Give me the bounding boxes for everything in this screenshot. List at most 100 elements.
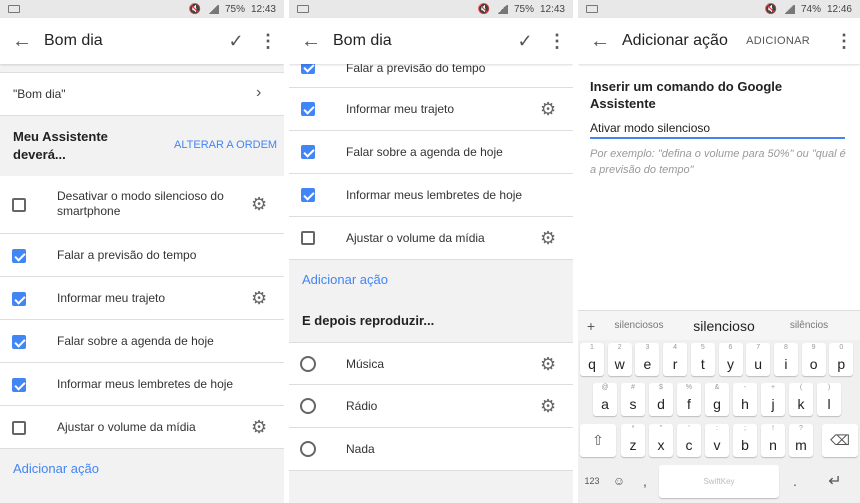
command-input[interactable]: Ativar modo silencioso bbox=[590, 119, 845, 139]
key-y[interactable]: 6y bbox=[718, 343, 743, 376]
backspace-key[interactable]: ⌫ bbox=[822, 424, 858, 457]
action-checkbox[interactable] bbox=[12, 420, 26, 435]
gear-icon[interactable]: ⚙ bbox=[540, 99, 556, 120]
key-v[interactable]: :v bbox=[705, 424, 729, 457]
action-row[interactable]: Informar meu trajeto ⚙ bbox=[289, 88, 573, 131]
key-alt-char: ; bbox=[744, 425, 746, 432]
key-m[interactable]: ? m bbox=[789, 424, 813, 457]
command-card: Inserir um comando do Google Assistente … bbox=[578, 64, 860, 310]
more-options-icon[interactable]: ⋮ bbox=[252, 31, 284, 52]
key-h[interactable]: -h bbox=[733, 383, 757, 416]
reorder-button[interactable]: ALTERAR A ORDEM bbox=[174, 139, 277, 151]
action-checkbox[interactable] bbox=[301, 188, 315, 202]
action-checkbox[interactable] bbox=[12, 334, 26, 349]
add-action-link[interactable]: Adicionar ação bbox=[13, 461, 99, 476]
key-char: z bbox=[629, 437, 637, 453]
back-arrow-icon[interactable]: ← bbox=[0, 30, 44, 53]
key-n[interactable]: ! n bbox=[761, 424, 785, 457]
mute-icon: 🔇 bbox=[477, 3, 490, 15]
media-row[interactable]: Nada bbox=[289, 428, 573, 471]
action-row[interactable]: Falar sobre a agenda de hoje bbox=[289, 131, 573, 174]
key-k[interactable]: (k bbox=[789, 383, 813, 416]
then-play-heading: E depois reproduzir... bbox=[302, 313, 435, 328]
media-radio[interactable] bbox=[300, 398, 316, 414]
shift-key[interactable]: ⇧ bbox=[580, 424, 616, 457]
gear-icon[interactable]: ⚙ bbox=[251, 194, 267, 215]
key-a[interactable]: @ a bbox=[593, 383, 617, 416]
numbers-key[interactable]: 123 bbox=[580, 465, 604, 498]
key-char: f bbox=[687, 396, 691, 412]
key-p[interactable]: 0p bbox=[829, 343, 854, 376]
back-arrow-icon[interactable]: ← bbox=[289, 30, 333, 53]
more-options-icon[interactable]: ⋮ bbox=[828, 31, 860, 52]
key-d[interactable]: $ d bbox=[649, 383, 673, 416]
action-row[interactable]: Ajustar o volume da mídia ⚙ bbox=[0, 406, 284, 449]
media-label: Música bbox=[346, 357, 385, 371]
emoji-key[interactable]: ☺ bbox=[607, 465, 631, 498]
add-button[interactable]: ADICIONAR bbox=[746, 35, 810, 47]
action-row[interactable]: Informar meus lembretes de hoje bbox=[0, 363, 284, 406]
action-checkbox[interactable] bbox=[301, 145, 315, 159]
period-key[interactable]: . bbox=[783, 465, 807, 498]
key-char: e bbox=[643, 356, 652, 372]
action-checkbox[interactable] bbox=[12, 198, 26, 212]
key-q[interactable]: 1q bbox=[580, 343, 604, 376]
key-f[interactable]: % f bbox=[677, 383, 701, 416]
suggestion-2[interactable]: silencioso bbox=[674, 318, 774, 334]
gear-icon[interactable]: ⚙ bbox=[540, 228, 556, 249]
key-t[interactable]: 5t bbox=[690, 343, 715, 376]
media-row[interactable]: Rádio ⚙ bbox=[289, 385, 573, 428]
swiftkey-logo: SwiftKey bbox=[703, 477, 735, 486]
action-row[interactable]: Falar sobre a agenda de hoje bbox=[0, 320, 284, 363]
action-checkbox[interactable] bbox=[301, 231, 315, 245]
gear-icon[interactable]: ⚙ bbox=[251, 288, 267, 309]
key-w[interactable]: 2w bbox=[607, 343, 632, 376]
action-checkbox[interactable] bbox=[12, 291, 26, 306]
key-u[interactable]: 7u bbox=[746, 343, 771, 376]
status-bar: 🔇 74% 12:46 bbox=[578, 0, 860, 18]
check-icon[interactable]: ✓ bbox=[509, 31, 541, 52]
plus-icon[interactable]: + bbox=[578, 318, 604, 334]
back-arrow-icon[interactable]: ← bbox=[578, 30, 622, 53]
key-b[interactable]: ; b bbox=[733, 424, 757, 457]
action-row[interactable]: Desativar o modo silencioso do smartphon… bbox=[0, 176, 284, 234]
add-action-link[interactable]: Adicionar ação bbox=[302, 272, 388, 287]
action-row[interactable]: Ajustar o volume da mídia ⚙ bbox=[289, 217, 573, 260]
media-radio[interactable] bbox=[300, 356, 316, 372]
key-alt-char: - bbox=[743, 384, 747, 391]
action-checkbox[interactable] bbox=[12, 377, 26, 392]
check-icon[interactable]: ✓ bbox=[220, 31, 252, 52]
gear-icon[interactable]: ⚙ bbox=[251, 417, 267, 438]
key-l[interactable]: ) l bbox=[817, 383, 841, 416]
key-s[interactable]: # s bbox=[621, 383, 645, 416]
action-row[interactable]: Informar meus lembretes de hoje bbox=[289, 174, 573, 217]
key-char: l bbox=[827, 396, 831, 412]
key-c[interactable]: ' c bbox=[677, 424, 701, 457]
gear-icon[interactable]: ⚙ bbox=[540, 354, 556, 375]
battery-level: 75% bbox=[513, 3, 534, 15]
more-options-icon[interactable]: ⋮ bbox=[541, 31, 573, 52]
key-z[interactable]: * z bbox=[621, 424, 645, 457]
action-row[interactable]: Falar a previsão do tempo bbox=[0, 234, 284, 277]
action-label: Falar a previsão do tempo bbox=[57, 248, 197, 262]
media-row[interactable]: Música ⚙ bbox=[289, 342, 573, 385]
enter-key[interactable]: ↵ bbox=[812, 465, 858, 498]
gear-icon[interactable]: ⚙ bbox=[540, 396, 556, 417]
suggestion-1[interactable]: silenciosos bbox=[604, 320, 674, 331]
comma-key[interactable]: , bbox=[633, 465, 657, 498]
action-label: Informar meu trajeto bbox=[57, 291, 166, 305]
key-g[interactable]: & g bbox=[705, 383, 729, 416]
key-j[interactable]: + j bbox=[761, 383, 785, 416]
key-i[interactable]: 8i bbox=[773, 343, 798, 376]
key-e[interactable]: 3e bbox=[635, 343, 660, 376]
phrase-row[interactable]: "Bom dia" › bbox=[0, 72, 284, 116]
action-row[interactable]: Informar meu trajeto ⚙ bbox=[0, 277, 284, 320]
media-radio[interactable] bbox=[300, 441, 316, 457]
key-o[interactable]: 9o bbox=[801, 343, 826, 376]
action-checkbox[interactable] bbox=[12, 248, 26, 263]
suggestion-3[interactable]: silêncios bbox=[774, 320, 844, 331]
key-x[interactable]: " x bbox=[649, 424, 673, 457]
key-r[interactable]: 4r bbox=[663, 343, 688, 376]
space-key[interactable]: SwiftKey bbox=[659, 465, 779, 498]
action-checkbox[interactable] bbox=[301, 102, 315, 116]
